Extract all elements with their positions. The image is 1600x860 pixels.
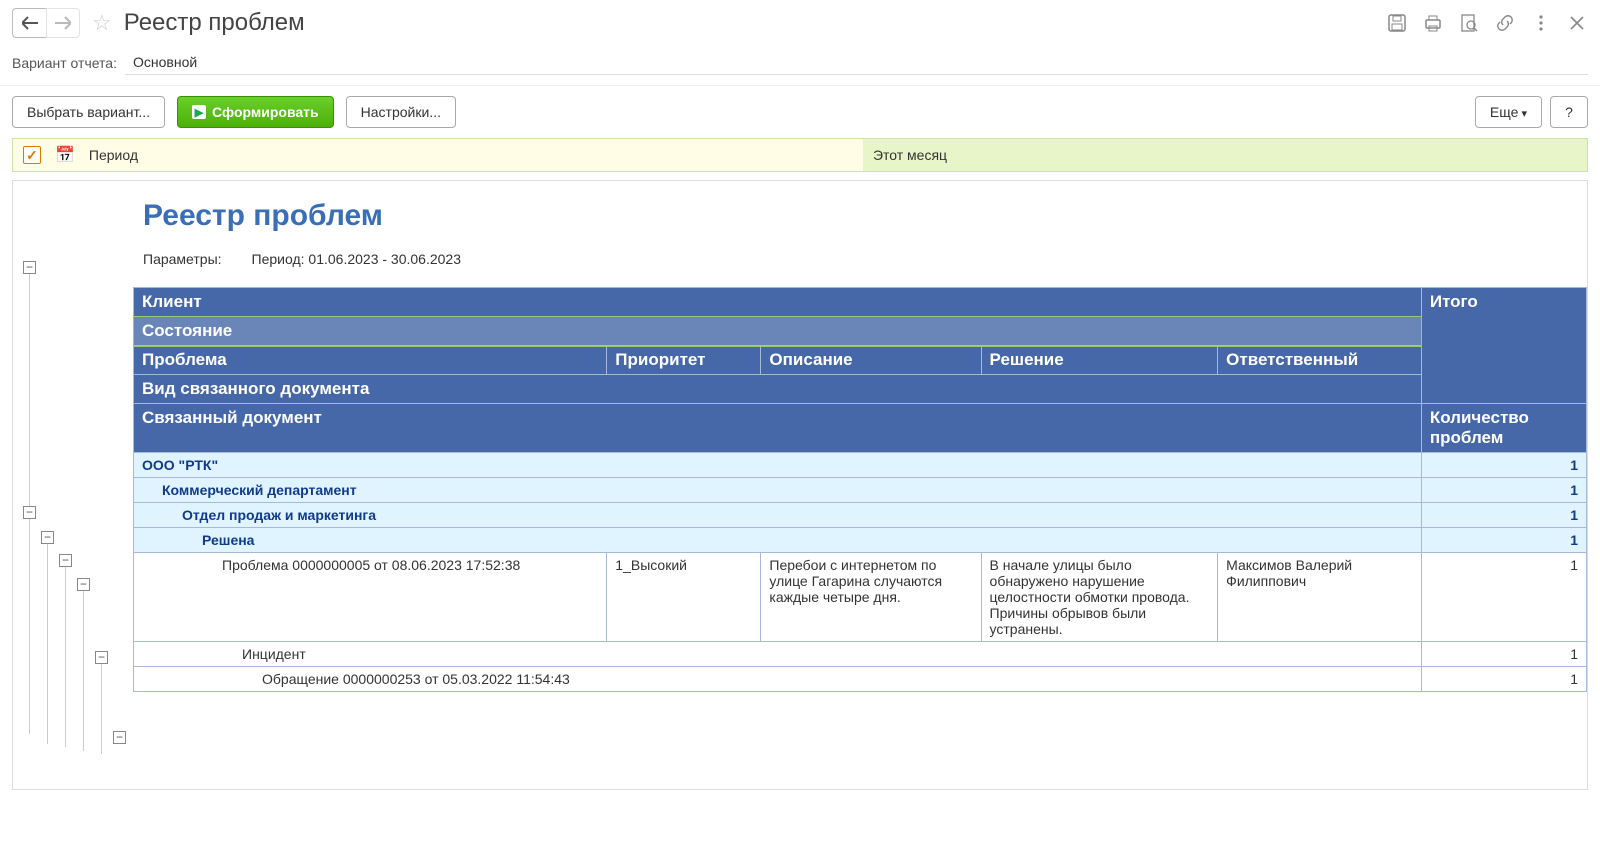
group-label: Инцидент: [134, 642, 1422, 667]
header-state[interactable]: Состояние: [134, 317, 1422, 346]
print-icon[interactable]: [1422, 12, 1444, 34]
group-label: Коммерческий департамент: [134, 478, 1422, 503]
header-problem[interactable]: Проблема: [134, 346, 607, 375]
more-menu-icon[interactable]: [1530, 12, 1552, 34]
nav-back-button[interactable]: [12, 8, 46, 38]
link-icon[interactable]: [1494, 12, 1516, 34]
more-button[interactable]: Еще: [1475, 96, 1542, 128]
kebab-icon: [1538, 13, 1544, 33]
collapse-toggle[interactable]: −: [23, 506, 36, 519]
cell-priority: 1_Высокий: [607, 553, 761, 642]
generate-button[interactable]: Сформировать: [177, 96, 334, 128]
period-value[interactable]: Этот месяц: [873, 147, 947, 163]
group-row-dept[interactable]: Коммерческий департамент 1: [134, 478, 1587, 503]
collapse-toggle[interactable]: −: [59, 554, 72, 567]
favorite-star-icon[interactable]: ☆: [92, 10, 112, 36]
cell-problem: Проблема 0000000005 от 08.06.2023 17:52:…: [134, 553, 607, 642]
collapse-toggle[interactable]: −: [95, 651, 108, 664]
header-itogo[interactable]: Итого: [1421, 288, 1586, 404]
cell-solution: В начале улицы было обнаружено нарушение…: [981, 553, 1218, 642]
cell-responsible: Максимов Валерий Филиппович: [1218, 553, 1422, 642]
floppy-icon: [1387, 13, 1407, 33]
tree-gutter: − − − − − − −: [13, 181, 133, 789]
save-icon[interactable]: [1386, 12, 1408, 34]
group-row-linkeddoc[interactable]: Обращение 0000000253 от 05.03.2022 11:54…: [134, 667, 1587, 692]
printer-icon: [1423, 13, 1443, 33]
settings-button[interactable]: Настройки...: [346, 96, 456, 128]
generate-button-label: Сформировать: [212, 104, 319, 120]
arrow-left-icon: [22, 16, 38, 30]
select-variant-button[interactable]: Выбрать вариант...: [12, 96, 165, 128]
variant-value[interactable]: Основной: [125, 50, 1588, 75]
group-row-doctype[interactable]: Инцидент 1: [134, 642, 1587, 667]
collapse-toggle[interactable]: −: [23, 261, 36, 274]
filter-bar: 📅 Период Этот месяц: [12, 138, 1588, 172]
header-linked-doc[interactable]: Связанный документ: [134, 404, 1422, 453]
header-count[interactable]: Количество проблем: [1421, 404, 1586, 453]
cell-description: Перебои с интернетом по улице Гагарина с…: [761, 553, 981, 642]
calendar-icon[interactable]: 📅: [55, 145, 75, 165]
group-count: 1: [1421, 528, 1586, 553]
group-count: 1: [1421, 667, 1586, 692]
group-label: Обращение 0000000253 от 05.03.2022 11:54…: [134, 667, 1422, 692]
header-solution[interactable]: Решение: [981, 346, 1218, 375]
group-count: 1: [1421, 503, 1586, 528]
group-label: ООО "РТК": [134, 453, 1422, 478]
group-row-client[interactable]: ООО "РТК" 1: [134, 453, 1587, 478]
arrow-right-icon: [55, 16, 71, 30]
report-area[interactable]: − − − − − − − Реестр проблем Параметры: …: [12, 180, 1588, 790]
group-row-subdept[interactable]: Отдел продаж и маркетинга 1: [134, 503, 1587, 528]
preview-icon[interactable]: [1458, 12, 1480, 34]
params-value: Период: 01.06.2023 - 30.06.2023: [252, 251, 461, 267]
page-search-icon: [1459, 13, 1479, 33]
data-row[interactable]: Проблема 0000000005 от 08.06.2023 17:52:…: [134, 553, 1587, 642]
collapse-toggle[interactable]: −: [41, 531, 54, 544]
help-button[interactable]: ?: [1550, 96, 1588, 128]
close-icon: [1569, 15, 1585, 31]
variant-label: Вариант отчета:: [12, 55, 117, 71]
group-label: Решена: [134, 528, 1422, 553]
period-checkbox[interactable]: [23, 146, 41, 164]
group-row-state[interactable]: Решена 1: [134, 528, 1587, 553]
page-title: Реестр проблем: [124, 9, 305, 37]
cell-count: 1: [1421, 553, 1586, 642]
group-count: 1: [1421, 642, 1586, 667]
collapse-toggle[interactable]: −: [77, 578, 90, 591]
header-responsible[interactable]: Ответственный: [1218, 346, 1422, 375]
header-description[interactable]: Описание: [761, 346, 981, 375]
group-count: 1: [1421, 453, 1586, 478]
report-title: Реестр проблем: [133, 199, 1587, 243]
group-count: 1: [1421, 478, 1586, 503]
header-priority[interactable]: Приоритет: [607, 346, 761, 375]
group-label: Отдел продаж и маркетинга: [134, 503, 1422, 528]
nav-forward-button[interactable]: [46, 8, 80, 38]
header-doc-type[interactable]: Вид связанного документа: [134, 375, 1422, 404]
report-table: Клиент Итого Состояние Проблема Приорите…: [133, 287, 1587, 692]
chain-link-icon: [1495, 13, 1515, 33]
collapse-toggle[interactable]: −: [113, 731, 126, 744]
header-client[interactable]: Клиент: [134, 288, 1422, 317]
close-button[interactable]: [1566, 12, 1588, 34]
period-label: Период: [89, 147, 138, 163]
params-label: Параметры:: [143, 251, 222, 267]
